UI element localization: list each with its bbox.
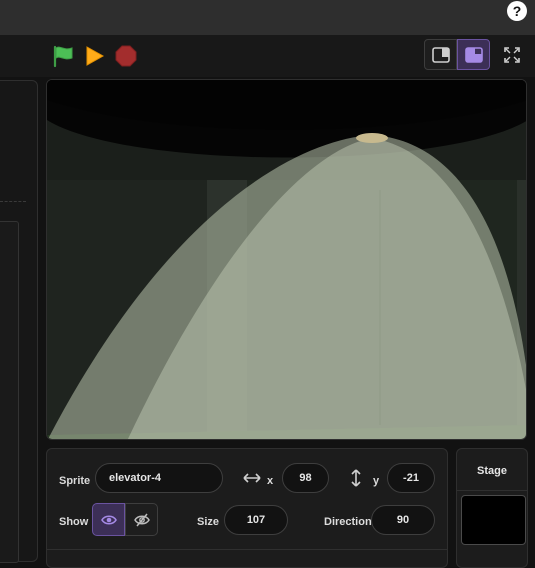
eye-slash-icon (133, 513, 150, 526)
stage-canvas[interactable] (46, 79, 527, 440)
play-icon[interactable] (81, 43, 107, 69)
size-input[interactable]: 107 (224, 505, 288, 535)
show-hidden-button[interactable] (125, 503, 158, 536)
size-label: Size (197, 516, 220, 528)
sprite-name-input[interactable]: elevator-4 (95, 463, 223, 493)
sprite-panel-divider (47, 549, 447, 550)
large-stage-button[interactable] (457, 39, 490, 70)
panel-divider (0, 201, 26, 202)
y-arrows-icon (350, 469, 362, 492)
y-label: y (373, 475, 380, 487)
stage-title: Stage (477, 465, 507, 477)
stage-select-panel[interactable]: Stage (456, 448, 528, 568)
small-stage-icon (431, 46, 450, 63)
fullscreen-button[interactable] (496, 39, 527, 70)
sprite-label: Sprite (59, 475, 91, 487)
direction-input[interactable]: 90 (371, 505, 435, 535)
code-area-inner (0, 221, 19, 563)
stage-size-toggle (424, 39, 490, 70)
large-stage-icon (464, 46, 483, 63)
fullscreen-icon (503, 46, 520, 63)
direction-label: Direction (324, 516, 372, 528)
x-arrows-icon (243, 471, 261, 489)
sprite-info-panel: Sprite elevator-4 x 98 y -21 Show Size 1… (46, 448, 448, 568)
show-label: Show (59, 516, 89, 528)
stage-thumbnail[interactable] (461, 495, 526, 545)
top-bar: ? (0, 0, 535, 35)
x-label: x (267, 475, 274, 487)
show-visible-button[interactable] (92, 503, 125, 536)
x-input[interactable]: 98 (282, 463, 329, 493)
y-input[interactable]: -21 (387, 463, 435, 493)
stop-icon[interactable] (113, 43, 139, 69)
show-toggle (92, 503, 158, 536)
stage-panel-divider (457, 490, 527, 491)
eye-icon (100, 514, 117, 525)
green-flag-icon[interactable] (50, 43, 76, 69)
stage-scene (47, 80, 526, 439)
small-stage-button[interactable] (424, 39, 457, 70)
help-button[interactable]: ? (507, 1, 527, 21)
